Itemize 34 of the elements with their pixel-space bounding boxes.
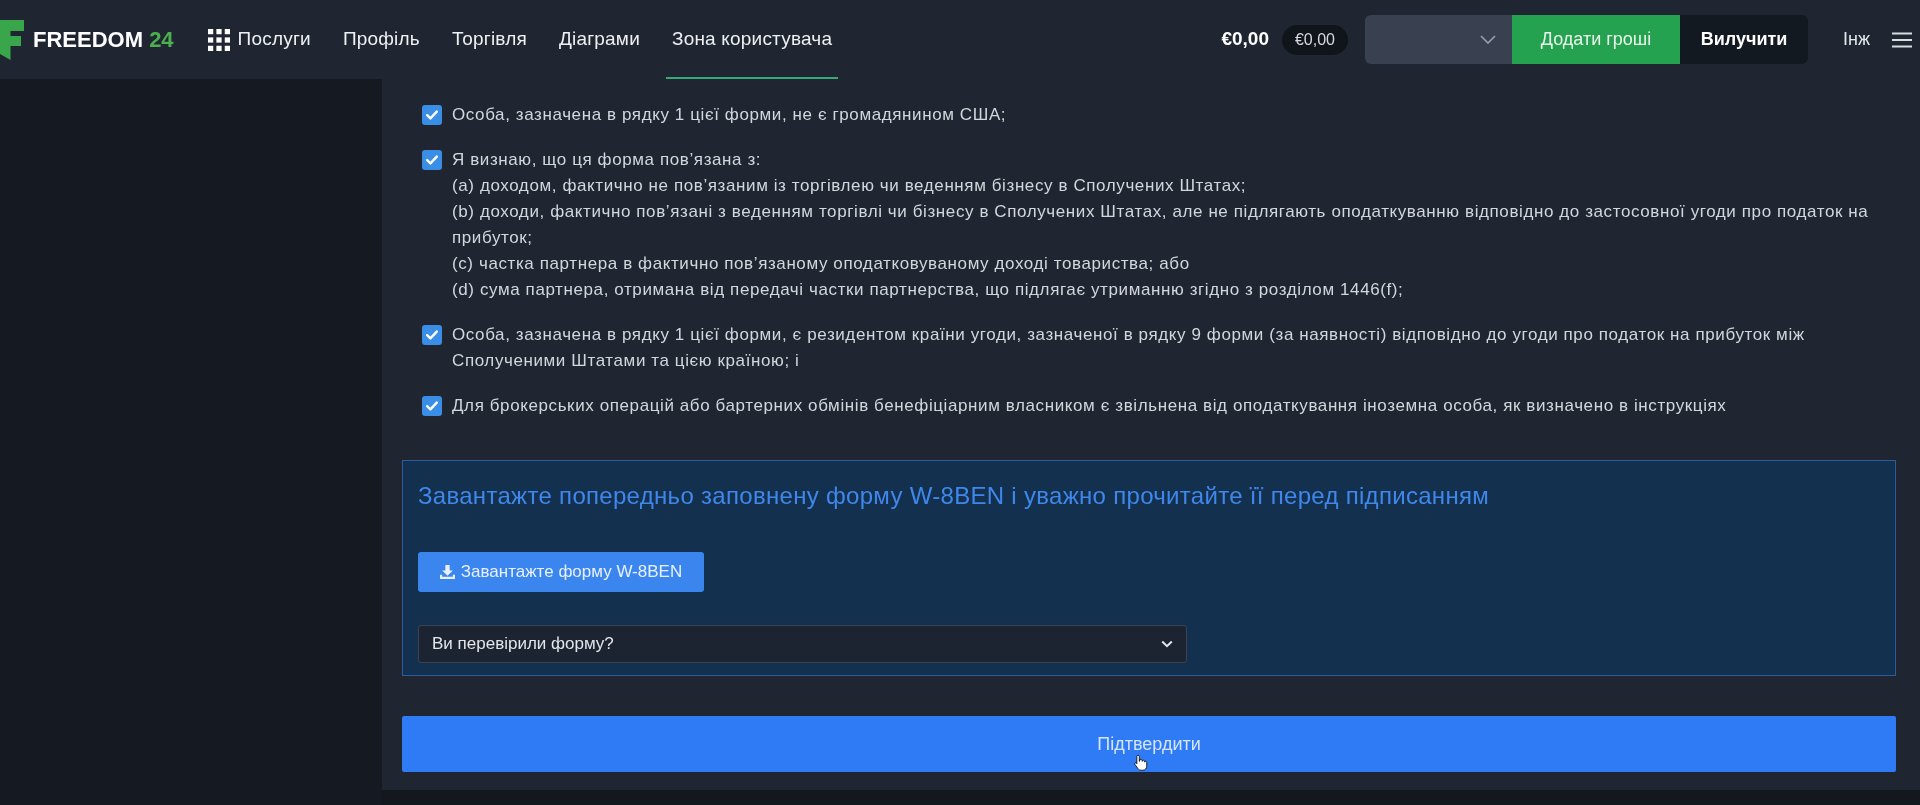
menu-icon[interactable] bbox=[1892, 31, 1912, 48]
checkmark-icon bbox=[426, 401, 438, 411]
nav-link[interactable]: Діаграми bbox=[552, 0, 646, 79]
checkbox[interactable] bbox=[422, 150, 442, 170]
language-link[interactable]: Інж bbox=[1843, 26, 1870, 53]
nav-link[interactable]: Профіль bbox=[336, 0, 426, 79]
statement-clause: (c) частка партнера в фактично пов’язаному оподатковуваному доході товариства; або bbox=[452, 253, 1191, 275]
checkmark-icon bbox=[426, 155, 438, 165]
withdraw-button[interactable]: Вилучити bbox=[1680, 15, 1808, 64]
statement-text: Для брокерських операцій або бартерних обмінів бенефіціарним власником є звільнена від оподаткування іноземна особа, як визначено в інструкціях bbox=[452, 395, 1727, 417]
logo-icon bbox=[0, 19, 24, 60]
statement-text: Особа, зазначена в рядку 1 цієї форми, є резидентом країни угоди, зазначеної в рядку 9 форми (за наявності) відповідно до угоди про податок на прибуток між Сполученими Штатами та цією країною; і bbox=[452, 324, 1806, 372]
statement-clause: (b) доходи, фактично пов’язані з веденням торгівлі чи бізнесу в Сполучених Штатах, але не підлягають оподаткуванню відповідно до застосовної угоди про податок на прибуток; bbox=[452, 201, 1870, 249]
checkbox[interactable] bbox=[422, 105, 442, 125]
checkmark-icon bbox=[426, 330, 438, 340]
hand-cursor-icon bbox=[1133, 754, 1148, 771]
statement-text: Особа, зазначена в рядку 1 цієї форми, не є громадянином США; bbox=[452, 104, 1007, 126]
checkbox[interactable] bbox=[422, 325, 442, 345]
nav-link[interactable]: Торгівля bbox=[445, 0, 533, 79]
nav-link[interactable]: Послуги bbox=[201, 0, 317, 79]
chevron-down-icon bbox=[1480, 35, 1496, 44]
logo-text: FREEDOM 24 bbox=[33, 26, 174, 54]
checkbox[interactable] bbox=[422, 396, 442, 416]
grid-icon bbox=[207, 28, 230, 51]
checkmark-icon bbox=[426, 110, 438, 120]
statement-clause: (a) доходом, фактично не пов’язаним із торгівлею чи веденням бізнесу в Сполучених Штатах; bbox=[452, 175, 1248, 197]
statement-clause: (d) сума партнера, отримана від передачі частки партнерства, що підлягає утриманню згідно з розділом 1446(f); bbox=[452, 279, 1405, 301]
form-check-select[interactable]: Ви перевірили форму? bbox=[418, 625, 1187, 663]
chevron-down-icon bbox=[1161, 640, 1173, 648]
download-icon bbox=[439, 565, 455, 579]
panel-title: Завантажте попередньо заповнену форму W-8BEN і уважно прочитайте її перед підписанням bbox=[418, 481, 1490, 511]
balance-badge: €0,00 bbox=[1281, 24, 1348, 55]
statement-text: Я визнаю, що ця форма пов’язана з: bbox=[452, 149, 763, 171]
balance-amount: €0,00 bbox=[1221, 27, 1269, 52]
